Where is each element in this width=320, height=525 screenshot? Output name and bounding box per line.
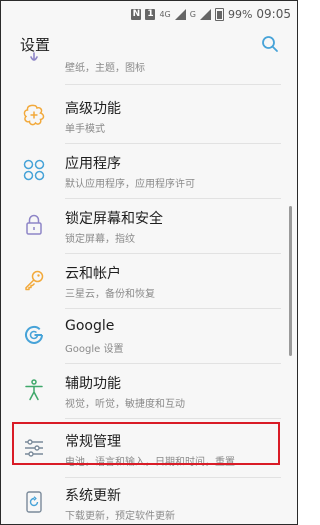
google-icon bbox=[25, 325, 43, 344]
settings-item-sub: 下载更新，预定软件更新 bbox=[65, 511, 175, 522]
settings-item-cloud-accounts[interactable]: 云和帐户 三星云，备份和恢复 bbox=[1, 254, 297, 308]
settings-item-label: 辅助功能 bbox=[65, 376, 121, 392]
settings-item-lock-screen-security[interactable]: 锁定屏幕和安全 锁定屏幕，指纹 bbox=[1, 199, 297, 253]
notification-badge-icon: 1 bbox=[145, 8, 156, 20]
plus-gear-icon bbox=[23, 104, 45, 126]
settings-item-label: 锁定屏幕和安全 bbox=[65, 211, 163, 227]
accessibility-icon bbox=[25, 379, 43, 401]
clock: 09:05 bbox=[256, 7, 291, 21]
divider bbox=[65, 84, 281, 85]
highlight-box bbox=[12, 422, 280, 465]
settings-item-sub: 三星云，备份和恢复 bbox=[65, 289, 155, 300]
settings-item-advanced-features[interactable]: 高级功能 单手模式 bbox=[1, 89, 297, 143]
settings-item-label: Google bbox=[65, 318, 115, 334]
settings-item-sub: 默认应用程序，应用程序许可 bbox=[65, 179, 195, 190]
settings-item-label: 高级功能 bbox=[65, 101, 121, 117]
brush-icon bbox=[30, 52, 38, 61]
settings-item-google[interactable]: Google Google 设置 bbox=[1, 309, 297, 363]
settings-item-sub: 单手模式 bbox=[65, 124, 105, 135]
search-icon[interactable] bbox=[261, 35, 279, 53]
network-type-label: 4G bbox=[159, 9, 171, 19]
status-icons: N 1 4G G 99% 09:05 bbox=[131, 7, 291, 21]
battery-percent: 99% bbox=[227, 7, 253, 21]
scrollbar[interactable] bbox=[289, 206, 292, 356]
battery-icon bbox=[214, 7, 224, 21]
apps-grid-icon bbox=[23, 159, 45, 181]
settings-item-system-update[interactable]: 系统更新 下载更新，预定软件更新 bbox=[1, 476, 297, 524]
settings-item-label: 云和帐户 bbox=[65, 266, 121, 282]
settings-item-sub: 锁定屏幕，指纹 bbox=[65, 234, 135, 245]
settings-screen: N 1 4G G 99% 09:05 设置 壁纸，主题，图标 高级功能 单手模式… bbox=[0, 0, 298, 525]
settings-item-wallpapers-themes[interactable]: 壁纸，主题，图标 bbox=[1, 52, 297, 83]
settings-item-apps[interactable]: 应用程序 默认应用程序，应用程序许可 bbox=[1, 144, 297, 198]
g-network-label: G bbox=[189, 9, 196, 19]
key-icon bbox=[25, 270, 44, 291]
settings-item-sub: 视觉，听觉，敏捷度和互动 bbox=[65, 399, 185, 410]
status-bar: N 1 4G G 99% 09:05 bbox=[1, 1, 297, 27]
settings-item-sub: 壁纸，主题，图标 bbox=[65, 63, 145, 74]
settings-item-sub: Google 设置 bbox=[65, 344, 124, 355]
system-update-icon bbox=[26, 491, 42, 513]
settings-item-accessibility[interactable]: 辅助功能 视觉，听觉，敏捷度和互动 bbox=[1, 364, 297, 418]
settings-item-label: 系统更新 bbox=[65, 488, 121, 504]
settings-item-label: 应用程序 bbox=[65, 156, 121, 172]
signal-icon bbox=[174, 8, 186, 20]
divider bbox=[65, 418, 281, 419]
signal-strength-icon bbox=[199, 8, 211, 20]
lock-icon bbox=[26, 214, 42, 235]
nfc-icon: N bbox=[131, 8, 142, 20]
